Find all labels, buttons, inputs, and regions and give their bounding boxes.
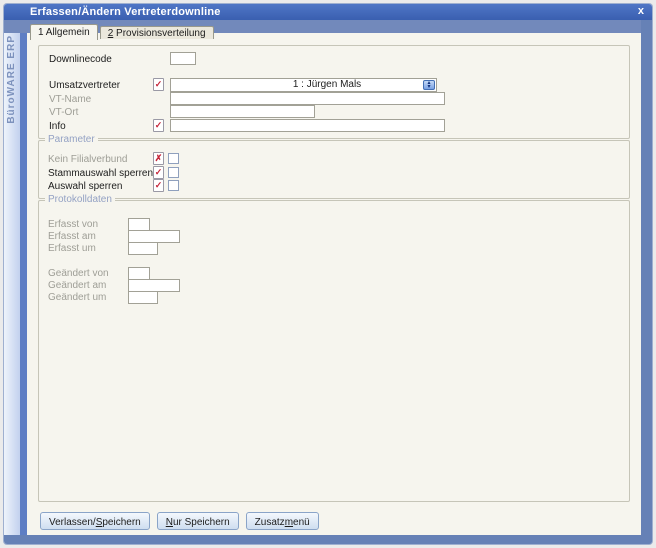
window-frame-right	[641, 20, 652, 544]
info-input[interactable]	[170, 119, 445, 132]
vt-name-input[interactable]	[170, 92, 445, 105]
edit-check-icon[interactable]: ✓	[153, 179, 164, 192]
vt-ort-input[interactable]	[170, 105, 315, 118]
verlassen-speichern-button[interactable]: Verlassen/Speichern	[40, 512, 150, 530]
edit-check-icon[interactable]: ✓	[153, 166, 164, 179]
edit-check-icon[interactable]: ✓	[153, 78, 164, 91]
window-title: Erfassen/Ändern Vertreterdownline	[30, 4, 221, 20]
auswahl-sperren-label: Auswahl sperren	[48, 181, 122, 193]
geaendert-am-label: Geändert am	[48, 280, 106, 292]
geaendert-um-input[interactable]	[128, 291, 158, 304]
downlinecode-input[interactable]	[170, 52, 196, 65]
sidebar-divider	[20, 33, 27, 535]
nur-speichern-button[interactable]: Nur Speichern	[157, 512, 239, 530]
edit-check-icon[interactable]: ✓	[153, 119, 164, 132]
spin-down-icon: ▾	[427, 85, 430, 89]
title-bar[interactable]: Erfassen/Ändern Vertreterdownline x	[4, 4, 652, 20]
dialog-window: Erfassen/Ändern Vertreterdownline x Büro…	[4, 4, 652, 544]
umsatzvertreter-label: Umsatzvertreter	[49, 80, 120, 92]
erfasst-von-label: Erfasst von	[48, 219, 98, 231]
auswahl-sperren-checkbox[interactable]	[168, 180, 179, 191]
tab-panel-allgemein: Downlinecode Umsatzvertreter ✓ 1 : Jürge…	[27, 33, 641, 535]
downlinecode-label: Downlinecode	[49, 54, 112, 66]
umsatzvertreter-combobox[interactable]: 1 : Jürgen Mals ▴▾	[170, 78, 437, 92]
parameter-caption: Parameter	[45, 134, 98, 146]
protokolldaten-group: Protokolldaten	[38, 200, 630, 502]
edit-cross-icon[interactable]: ✗	[153, 152, 164, 165]
stammauswahl-sperren-checkbox[interactable]	[168, 167, 179, 178]
kein-filialverbund-label: Kein Filialverbund	[48, 154, 128, 166]
protokolldaten-caption: Protokolldaten	[45, 194, 115, 206]
geaendert-um-label: Geändert um	[48, 292, 106, 304]
vt-name-label: VT-Name	[49, 94, 91, 106]
brand-sidebar: BüroWARE ERP	[4, 33, 20, 535]
zusatzmenue-button[interactable]: Zusatzmenü	[246, 512, 319, 530]
desktop-background: Erfassen/Ändern Vertreterdownline x Büro…	[0, 0, 656, 548]
button-row: Verlassen/Speichern Nur Speichern Zusatz…	[40, 512, 319, 530]
vt-ort-label: VT-Ort	[49, 107, 78, 119]
erfasst-um-label: Erfasst um	[48, 243, 96, 255]
spinner-button[interactable]: ▴▾	[423, 80, 435, 90]
tab-allgemein[interactable]: 1 Allgemein	[30, 24, 98, 40]
tab-bar: 1 Allgemein 2 Provisionsverteilung	[30, 24, 214, 40]
erfasst-um-input[interactable]	[128, 242, 158, 255]
erfasst-am-label: Erfasst am	[48, 231, 96, 243]
geaendert-von-label: Geändert von	[48, 268, 109, 280]
kein-filialverbund-checkbox[interactable]	[168, 153, 179, 164]
brand-vertical-text: BüroWARE ERP	[6, 35, 17, 124]
tab-provisionsverteilung[interactable]: 2 Provisionsverteilung	[100, 26, 214, 39]
window-frame-bottom	[4, 535, 652, 544]
umsatzvertreter-value: 1 : Jürgen Mals	[231, 79, 423, 91]
stammauswahl-sperren-label: Stammauswahl sperren	[48, 168, 153, 180]
info-label: Info	[49, 121, 66, 133]
close-icon[interactable]: x	[638, 4, 644, 19]
